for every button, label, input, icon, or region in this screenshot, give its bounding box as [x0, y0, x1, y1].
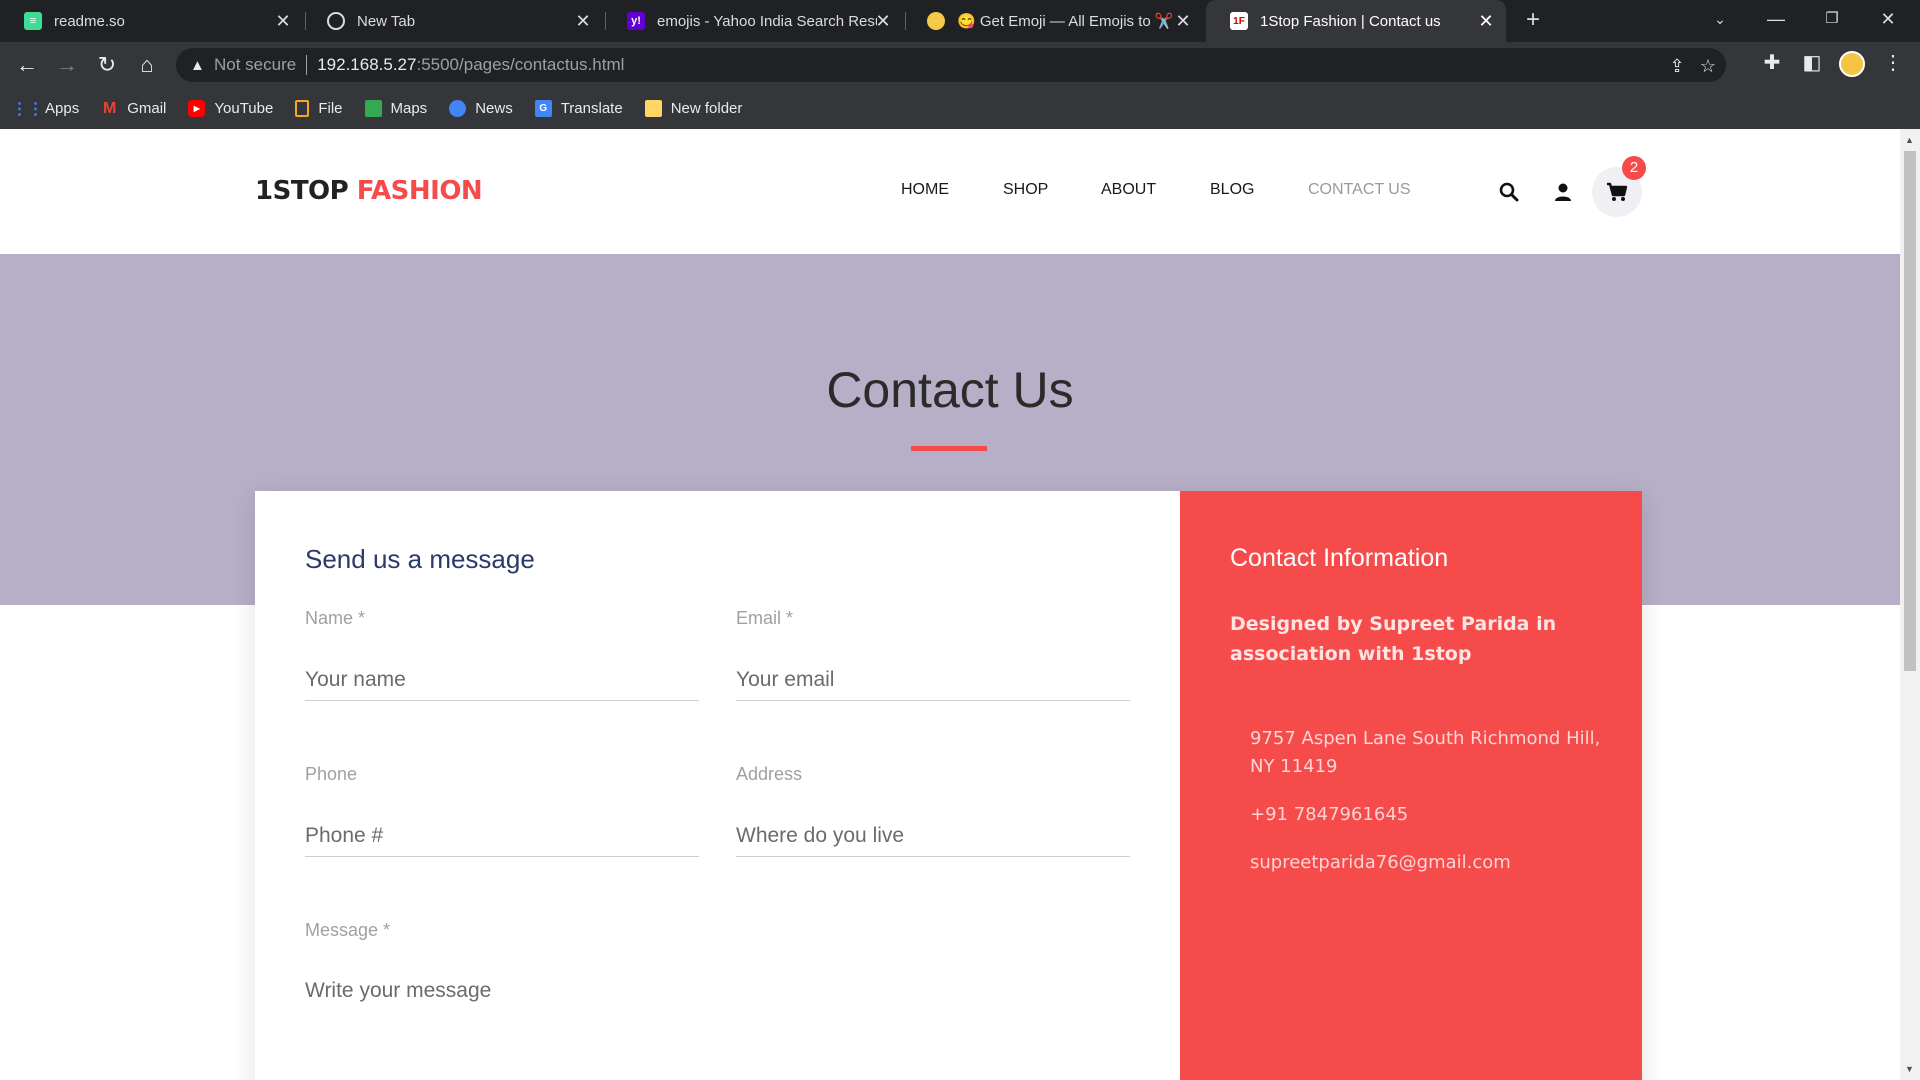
menu-kebab-icon[interactable]: ⋮ [1880, 50, 1906, 76]
new-tab-button[interactable]: + [1520, 8, 1546, 34]
bookmark-maps[interactable]: Maps [364, 100, 427, 117]
contact-address: 9757 Aspen Lane South Richmond Hill, NY … [1250, 728, 1601, 777]
nav-shop[interactable]: SHOP [1003, 181, 1048, 199]
news-icon [449, 100, 467, 117]
close-tab-icon[interactable]: ✕ [573, 11, 593, 31]
bookmark-gmail[interactable]: M Gmail [101, 99, 166, 118]
web-page: 1STOP FASHION HOME SHOP ABOUT BLOG CONTA… [0, 129, 1900, 1080]
profile-avatar[interactable] [1839, 51, 1865, 77]
bookmark-news[interactable]: News [449, 100, 513, 117]
contact-info-panel: Contact Information Designed by Supreet … [1180, 491, 1642, 1080]
scroll-down-icon[interactable]: ▼ [1905, 1064, 1914, 1074]
nav-about[interactable]: ABOUT [1101, 181, 1156, 199]
gmail-icon: M [103, 99, 117, 117]
name-field-group: Name * [305, 608, 699, 701]
tab-1stop-fashion[interactable]: 1F 1Stop Fashion | Contact us ✕ [1206, 0, 1506, 42]
form-title: Send us a message [305, 544, 535, 574]
nav-contact-us[interactable]: CONTACT US [1308, 181, 1411, 199]
maps-icon [364, 100, 382, 117]
tab-readme[interactable]: ≡ readme.so ✕ [0, 0, 303, 42]
email-label: Email * [736, 608, 794, 628]
folder-icon [644, 100, 662, 117]
cart-icon [1607, 182, 1628, 201]
name-input[interactable] [305, 659, 699, 701]
contact-form: Send us a message Name * Email * Phone A… [255, 491, 1180, 1080]
translate-icon: G [534, 100, 552, 117]
contact-phone[interactable]: +91 7847961645 [1250, 801, 1610, 829]
user-icon[interactable] [1542, 171, 1584, 213]
contact-info-title: Contact Information [1230, 544, 1449, 572]
reload-icon[interactable]: ↻ [92, 50, 122, 80]
back-icon[interactable]: ← [12, 50, 42, 80]
bookmarks-bar: ⋮⋮ Apps M Gmail ▶ YouTube File Maps News… [0, 88, 1920, 129]
close-tab-icon[interactable]: ✕ [873, 11, 893, 31]
address-field-group: Address [736, 764, 1130, 857]
close-tab-icon[interactable]: ✕ [1173, 11, 1193, 31]
side-panel-icon[interactable]: ◧ [1799, 50, 1825, 76]
bookmark-youtube[interactable]: ▶ YouTube [188, 100, 273, 117]
bookmark-translate[interactable]: G Translate [534, 100, 623, 117]
nav-home[interactable]: HOME [901, 181, 949, 199]
emoji-icon [927, 12, 945, 30]
bookmark-apps[interactable]: ⋮⋮ Apps [11, 100, 80, 118]
minimize-icon[interactable]: — [1748, 0, 1804, 40]
bookmark-star-icon[interactable]: ☆ [1697, 55, 1719, 77]
globe-icon [327, 12, 345, 30]
restore-icon[interactable]: ❐ [1804, 0, 1860, 40]
title-underline [911, 446, 987, 451]
message-textarea[interactable] [305, 971, 1130, 1031]
site-logo[interactable]: 1STOP FASHION [255, 176, 483, 206]
phone-field-group: Phone [305, 764, 699, 857]
address-bar[interactable]: ▲ Not secure 192.168.5.27:5500/pages/con… [176, 48, 1726, 82]
file-icon [295, 100, 310, 117]
extensions-icon[interactable]: ✚ [1759, 50, 1785, 76]
readme-icon: ≡ [24, 12, 42, 30]
message-field-group: Message * [305, 920, 1130, 1031]
tab-get-emoji[interactable]: 😋 Get Emoji — All Emojis to ✂️ ✕ [903, 0, 1203, 42]
youtube-icon: ▶ [188, 100, 206, 117]
close-tab-icon[interactable]: ✕ [1476, 11, 1496, 31]
name-label: Name * [305, 608, 366, 628]
apps-grid-icon: ⋮⋮ [11, 100, 44, 118]
close-tab-icon[interactable]: ✕ [273, 11, 293, 31]
contact-card: Send us a message Name * Email * Phone A… [255, 491, 1642, 1080]
address-label: Address [736, 764, 803, 784]
tab-strip: ≡ readme.so ✕ New Tab ✕ y! emojis - Yaho… [0, 0, 1920, 42]
share-icon[interactable]: ⇪ [1666, 55, 1688, 77]
scroll-up-icon[interactable]: ▲ [1905, 135, 1914, 145]
email-input[interactable] [736, 659, 1130, 701]
page-title: Contact Us [826, 362, 1074, 418]
contact-info-description: Designed by Supreet Parida in associatio… [1230, 613, 1557, 665]
forward-icon[interactable]: → [52, 50, 82, 80]
page-scrollbar[interactable]: ▲ ▼ [1900, 129, 1920, 1080]
phone-input[interactable] [305, 815, 699, 857]
site-header: 1STOP FASHION HOME SHOP ABOUT BLOG CONTA… [0, 129, 1900, 254]
browser-toolbar: ← → ↻ ⌂ ▲ Not secure 192.168.5.27:5500/p… [0, 42, 1920, 88]
contact-email[interactable]: supreetparida76@gmail.com [1250, 849, 1610, 877]
browser-chrome: ≡ readme.so ✕ New Tab ✕ y! emojis - Yaho… [0, 0, 1920, 129]
phone-label: Phone [305, 764, 358, 784]
tab-yahoo[interactable]: y! emojis - Yahoo India Search Resu ✕ [603, 0, 903, 42]
message-label: Message * [305, 920, 391, 940]
bookmark-file[interactable]: File [295, 100, 343, 117]
tab-new-tab[interactable]: New Tab ✕ [303, 0, 603, 42]
search-icon[interactable] [1488, 171, 1530, 213]
scrollbar-thumb[interactable] [1904, 151, 1916, 671]
yahoo-icon: y! [627, 12, 645, 30]
home-icon[interactable]: ⌂ [132, 50, 162, 80]
1f-icon: 1F [1230, 12, 1248, 30]
cart-count-badge: 2 [1622, 156, 1646, 180]
tab-search-icon[interactable]: ⌄ [1692, 0, 1748, 40]
bookmark-new-folder[interactable]: New folder [644, 100, 742, 117]
email-field-group: Email * [736, 608, 1130, 701]
address-input[interactable] [736, 815, 1130, 857]
warning-icon: ▲ [190, 56, 205, 74]
nav-blog[interactable]: BLOG [1210, 181, 1254, 199]
close-window-icon[interactable]: ✕ [1860, 0, 1916, 40]
